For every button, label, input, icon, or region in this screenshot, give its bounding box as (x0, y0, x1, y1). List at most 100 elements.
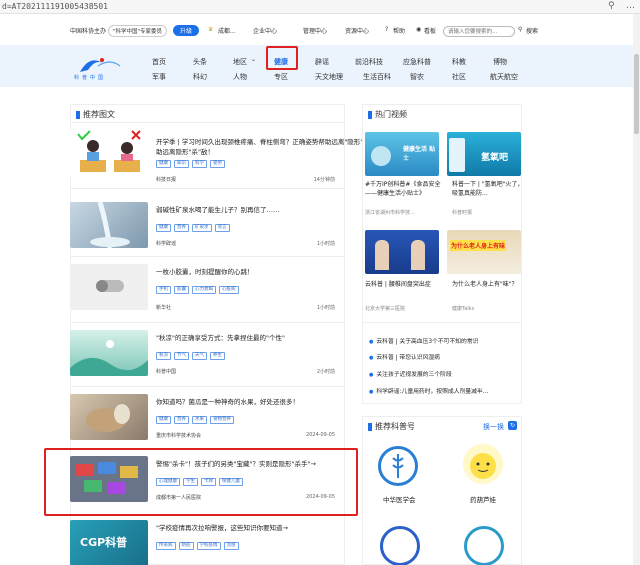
search-icon[interactable]: ⚲ (518, 26, 522, 33)
account-name[interactable]: 中华医学会 (383, 494, 416, 504)
avatar-account-3[interactable] (380, 526, 420, 565)
tag[interactable]: 食物营养 (210, 416, 234, 424)
article-source[interactable]: 科技日报 (156, 176, 176, 183)
link-enterprise[interactable]: 企业中心 (253, 26, 277, 35)
chengdu-link[interactable]: 成都... (218, 26, 236, 35)
favorite-link[interactable]: 看板 (424, 26, 436, 35)
search-icon[interactable]: ⚲ (608, 1, 615, 11)
article-source[interactable]: 科普中国 (156, 368, 176, 375)
nav-rumor[interactable]: 辟谣 (315, 57, 329, 67)
search-input[interactable] (443, 26, 515, 37)
tag[interactable]: 节气 (174, 352, 189, 360)
list-item[interactable]: 科学辟谣:儿童用药时，按照成人剂量减半... (369, 386, 488, 395)
nav-museum[interactable]: 博物 (493, 57, 507, 67)
help-icon[interactable]: ? (385, 26, 388, 33)
article-title-line2[interactable]: 助远离隐形"杀"敌！ (156, 146, 214, 156)
tag[interactable]: 姿势 (210, 160, 225, 168)
video-source[interactable]: 浙江省湖州市科学技... (365, 209, 415, 216)
avatar-account-4[interactable] (464, 526, 504, 565)
ellipsis-icon[interactable]: … (626, 1, 635, 11)
list-item[interactable]: 云科普 | 带您认识风湿病 (369, 352, 440, 361)
video-thumb-4[interactable]: 为什么老人身上有味 (447, 230, 521, 274)
tag[interactable]: 学校疫情 (196, 542, 221, 550)
article-title[interactable]: 开学季 | 学习时间久出现颈椎疼痛、脊柱侧弯？正确姿势帮助远离"隐形"杀手 (156, 136, 376, 146)
tag[interactable]: 传染病 (156, 542, 176, 550)
upgrade-button[interactable]: 升级 (173, 25, 200, 36)
video-source[interactable]: 北京大学第三医院 (365, 305, 405, 312)
article-item-3[interactable]: 一枚小胶囊，时刻提醒你的心跳！ 手机 胶囊 心力衰竭 心脏病 新华社 1小时前 (70, 264, 345, 314)
refresh-button[interactable]: 换一换 (483, 422, 504, 432)
nav-emergency[interactable]: 应急科普 (403, 57, 431, 67)
nav-astro-geo[interactable]: 天文地理 (315, 72, 343, 82)
tag[interactable]: 健康 (156, 224, 171, 232)
list-item[interactable]: 关注孩子近视发展的三个阶段 (369, 369, 451, 378)
video-source[interactable]: 健康Talks (452, 305, 474, 312)
article-item-5[interactable]: 你知道吗？菌瓜是一种神奇的水果，好处还很多！ 健康 营养 水果 食物营养 重庆市科学技… (70, 394, 345, 444)
nav-scifi[interactable]: 科幻 (193, 72, 207, 82)
tag[interactable]: 流感 (223, 542, 239, 550)
article-title[interactable]: 你知道吗？菌瓜是一种神奇的水果，好处还很多！ (156, 396, 299, 406)
tag[interactable]: 防疫 (178, 542, 194, 550)
nav-zone[interactable]: 专区 (274, 72, 288, 82)
tag[interactable]: 心力衰竭 (192, 286, 216, 294)
avatar-cma[interactable] (378, 446, 418, 486)
nav-life[interactable]: 生活百科 (363, 72, 391, 82)
tag[interactable]: 科学 (192, 160, 207, 168)
tag[interactable]: 手机 (156, 286, 171, 294)
article-title[interactable]: 一枚小胶囊，时刻提醒你的心跳！ (156, 266, 254, 276)
nav-education[interactable]: 科教 (452, 57, 466, 67)
list-item[interactable]: 云科普 | 关于高血压3个不可不知的常识 (369, 336, 478, 345)
article-source[interactable]: 科学辟谣 (156, 240, 176, 247)
chevron-down-icon[interactable]: ⌄ (251, 56, 256, 63)
tag[interactable]: 谣言 (214, 224, 230, 232)
account-name[interactable]: 药葫芦娃 (470, 494, 496, 504)
nav-home[interactable]: 首页 (152, 57, 166, 67)
tag[interactable]: 天气 (192, 352, 207, 360)
tag[interactable]: 营养 (174, 224, 189, 232)
video-thumb-3[interactable] (365, 230, 439, 274)
address-bar[interactable]: d=AT202111191005438501 ⚲ … (0, 0, 640, 14)
article-title[interactable]: 弱碱性矿泉水喝了能生儿子？别再信了…… (156, 204, 280, 214)
tag[interactable]: 水果 (192, 416, 207, 424)
scrollbar-thumb[interactable] (634, 54, 639, 134)
video-title[interactable]: #千万IP创科普#《食品安全——健康生活小贴士》 (365, 180, 441, 198)
video-title[interactable]: 为什么老人身上有"味"？ (452, 280, 528, 289)
expert-pill[interactable]: "科学中国"专家委员 (108, 25, 168, 37)
article-item-7[interactable]: CGP科普 "学校疫情再次拉响警报，这些知识你要知道→ 传染病 防疫 学校疫情 流感 (70, 520, 345, 565)
tag[interactable]: 营养 (174, 416, 189, 424)
help-link[interactable]: 帮助 (393, 26, 405, 35)
scrollbar[interactable] (633, 14, 640, 565)
video-source[interactable]: 科普时报 (452, 209, 472, 216)
nav-people[interactable]: 人物 (233, 72, 247, 82)
tag[interactable]: 胶囊 (174, 286, 189, 294)
nav-community[interactable]: 社区 (452, 72, 466, 82)
video-thumb-2[interactable]: 氢氧吧 (447, 132, 521, 176)
nav-agri[interactable]: 智农 (410, 72, 424, 82)
article-item-2[interactable]: 弱碱性矿泉水喝了能生儿子？别再信了…… 健康 营养 矿泉水 谣言 科学辟谣 1小时前 (70, 202, 345, 252)
search-button[interactable]: 搜索 (526, 26, 538, 35)
video-thumb-1[interactable]: 健康生活 贴士 (365, 132, 439, 176)
nav-region[interactable]: 地区 (233, 57, 247, 67)
article-title[interactable]: "秋凉"的正确享受方式：先拿捏住最的"个性" (156, 332, 285, 342)
refresh-icon[interactable]: ↻ (508, 421, 517, 430)
avatar-yaohulu[interactable] (463, 444, 503, 484)
video-title[interactable]: 科普一下 | "氢氧吧"火了，吸氢真能防... (452, 180, 528, 198)
nav-headline[interactable]: 头条 (193, 57, 207, 67)
nav-frontier[interactable]: 前沿科技 (355, 57, 383, 67)
logo[interactable]: 科普中国 (70, 52, 130, 81)
article-item-1[interactable]: 开学季 | 学习时间久出现颈椎疼痛、脊柱侧弯？正确姿势帮助远离"隐形"杀手 助远… (70, 130, 376, 183)
article-title[interactable]: "学校疫情再次拉响警报，这些知识你要知道→ (156, 522, 288, 532)
tag[interactable]: 矿泉水 (192, 224, 212, 232)
article-source[interactable]: 重庆市科学技术协会 (156, 432, 201, 439)
tag[interactable]: 健康 (156, 160, 171, 168)
tag[interactable]: 知识 (174, 160, 189, 168)
link-manage[interactable]: 管理中心 (303, 26, 327, 35)
tag[interactable]: 心脏病 (219, 286, 239, 294)
link-resource[interactable]: 资源中心 (345, 26, 369, 35)
nav-military[interactable]: 军事 (152, 72, 166, 82)
nav-aerospace[interactable]: 航天航空 (490, 72, 518, 82)
tag[interactable]: 养生 (210, 352, 225, 360)
tag[interactable]: 秋凉 (156, 352, 171, 360)
article-item-4[interactable]: "秋凉"的正确享受方式：先拿捏住最的"个性" 秋凉 节气 天气 养生 科普中国 2小时… (70, 330, 345, 380)
tag[interactable]: 健康 (156, 416, 171, 424)
